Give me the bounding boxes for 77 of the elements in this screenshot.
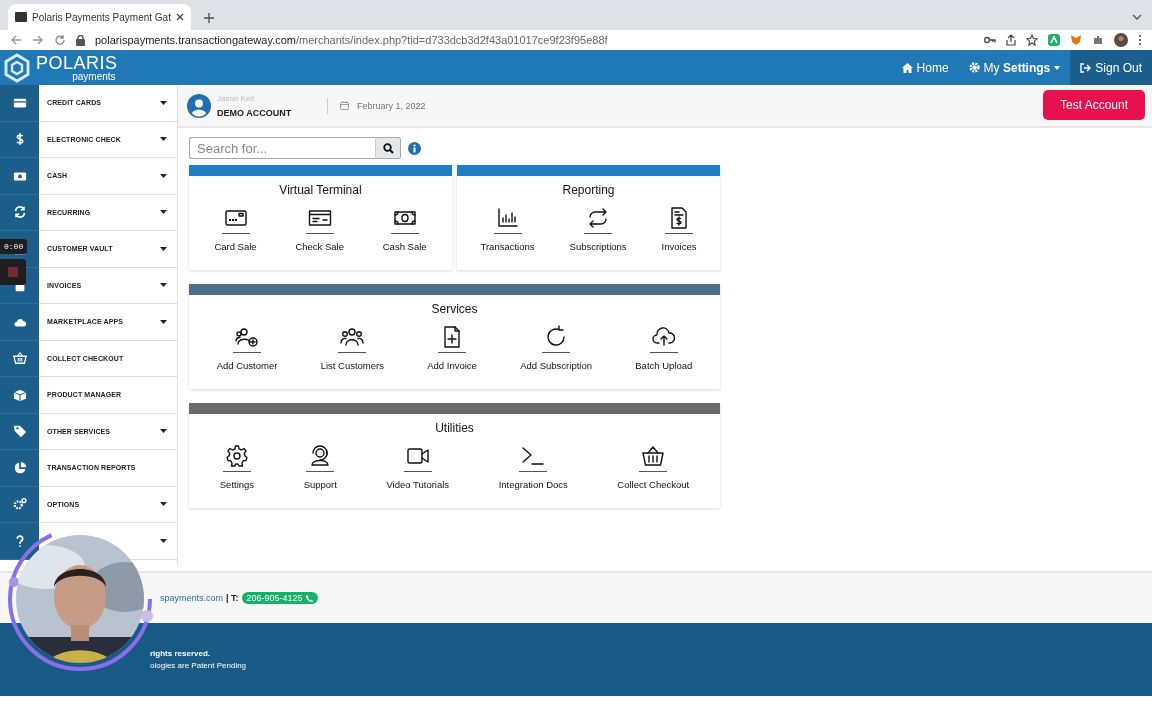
lock-icon <box>76 34 85 46</box>
chevron-down-icon <box>1132 12 1142 22</box>
sign-out-icon <box>1080 62 1092 73</box>
copyright-text: rights reserved. <box>150 649 212 658</box>
shortcut-link[interactable]: Transactions <box>480 206 535 252</box>
shortcut-link[interactable]: Check Sale <box>295 206 344 252</box>
refresh-icon <box>12 205 27 220</box>
patent-text: ologies are Patent Pending <box>150 661 248 670</box>
phone-icon <box>305 594 313 602</box>
shortcut-link[interactable]: Card Sale <box>214 206 257 252</box>
gear-icon <box>224 444 249 468</box>
tab-title: Polaris Payments Payment Gat <box>32 11 171 23</box>
pie-chart-icon <box>12 460 27 475</box>
panel-title: Utilities <box>434 421 475 435</box>
email-link[interactable]: spayments.com <box>160 593 224 603</box>
shortcut-link[interactable]: Integration Docs <box>498 444 568 490</box>
shortcut-link[interactable]: Invoices <box>661 206 697 252</box>
shortcut-link[interactable]: Add Subscription <box>520 325 592 371</box>
box-icon <box>12 387 27 402</box>
shortcut-link[interactable]: Batch Upload <box>635 325 693 371</box>
users-group-icon <box>340 325 365 349</box>
shortcut-link[interactable]: Collect Checkout <box>617 444 690 490</box>
search-field[interactable]: Search for... <box>189 137 375 159</box>
home-icon <box>901 62 913 73</box>
basket-icon <box>641 444 666 468</box>
panel-title: Services <box>430 302 479 316</box>
search-icon <box>382 142 394 154</box>
gears-icon <box>12 497 27 512</box>
share-icon <box>1006 34 1016 46</box>
basket-icon <box>12 351 27 366</box>
more-icon <box>1138 34 1142 46</box>
nav-link[interactable]: Home <box>891 50 959 85</box>
shortcut-link[interactable]: Cash Sale <box>382 206 427 252</box>
shortcut-link[interactable]: Add Invoice <box>427 325 477 371</box>
page-icon <box>15 12 27 22</box>
recording-timer: 0:00 <box>0 239 28 254</box>
logo-text: POLARIS <box>36 53 118 72</box>
tag-icon <box>12 424 27 439</box>
nav-link[interactable]: My Settings <box>958 50 1071 85</box>
star-icon <box>1026 34 1038 46</box>
gear-icon <box>968 62 980 73</box>
calendar-icon <box>340 101 349 110</box>
reload-icon <box>54 34 66 46</box>
add-users-icon <box>235 325 259 349</box>
key-icon <box>984 36 996 44</box>
browser-tab[interactable]: Polaris Payments Payment Gat <box>8 4 191 30</box>
shortcut-link[interactable]: List Customers <box>320 325 384 371</box>
back-icon <box>10 34 22 46</box>
phone-label: | T: <box>226 593 239 603</box>
panel-title: Virtual Terminal <box>278 183 363 197</box>
test-account-button[interactable]: Test Account <box>1042 89 1145 120</box>
account-name: DEMO ACCOUNT <box>217 107 292 118</box>
logo-subtext: payments <box>72 71 116 82</box>
shortcut-link[interactable]: Add Customer <box>216 325 278 371</box>
shortcut-link[interactable]: Video Tutorials <box>386 444 450 490</box>
close-icon <box>175 13 184 21</box>
nav-link[interactable]: Sign Out <box>1070 50 1152 85</box>
puzzle-icon <box>1092 34 1104 46</box>
panel-title: Reporting <box>561 183 616 197</box>
extension-icon <box>1048 34 1060 46</box>
logo-icon <box>2 52 32 83</box>
search-button[interactable] <box>375 137 401 159</box>
forward-icon <box>32 34 44 46</box>
new-tab-icon <box>202 12 215 24</box>
bar-chart-icon <box>495 206 520 230</box>
phone-badge: 206-905-4125 <box>241 592 318 604</box>
user-avatar-icon <box>187 93 211 118</box>
shortcut-link[interactable]: Support <box>303 444 337 490</box>
stop-icon <box>8 267 18 277</box>
caret-icon <box>1054 65 1061 70</box>
shortcut-link[interactable]: Settings <box>219 444 255 490</box>
date-text: February 1, 2022 <box>357 100 426 111</box>
info-icon <box>408 141 421 155</box>
shortcut-link[interactable]: Subscriptions <box>569 206 627 252</box>
fox-icon <box>1070 34 1082 46</box>
cloud-upload-icon <box>651 325 676 349</box>
avatar-icon <box>1114 33 1128 47</box>
